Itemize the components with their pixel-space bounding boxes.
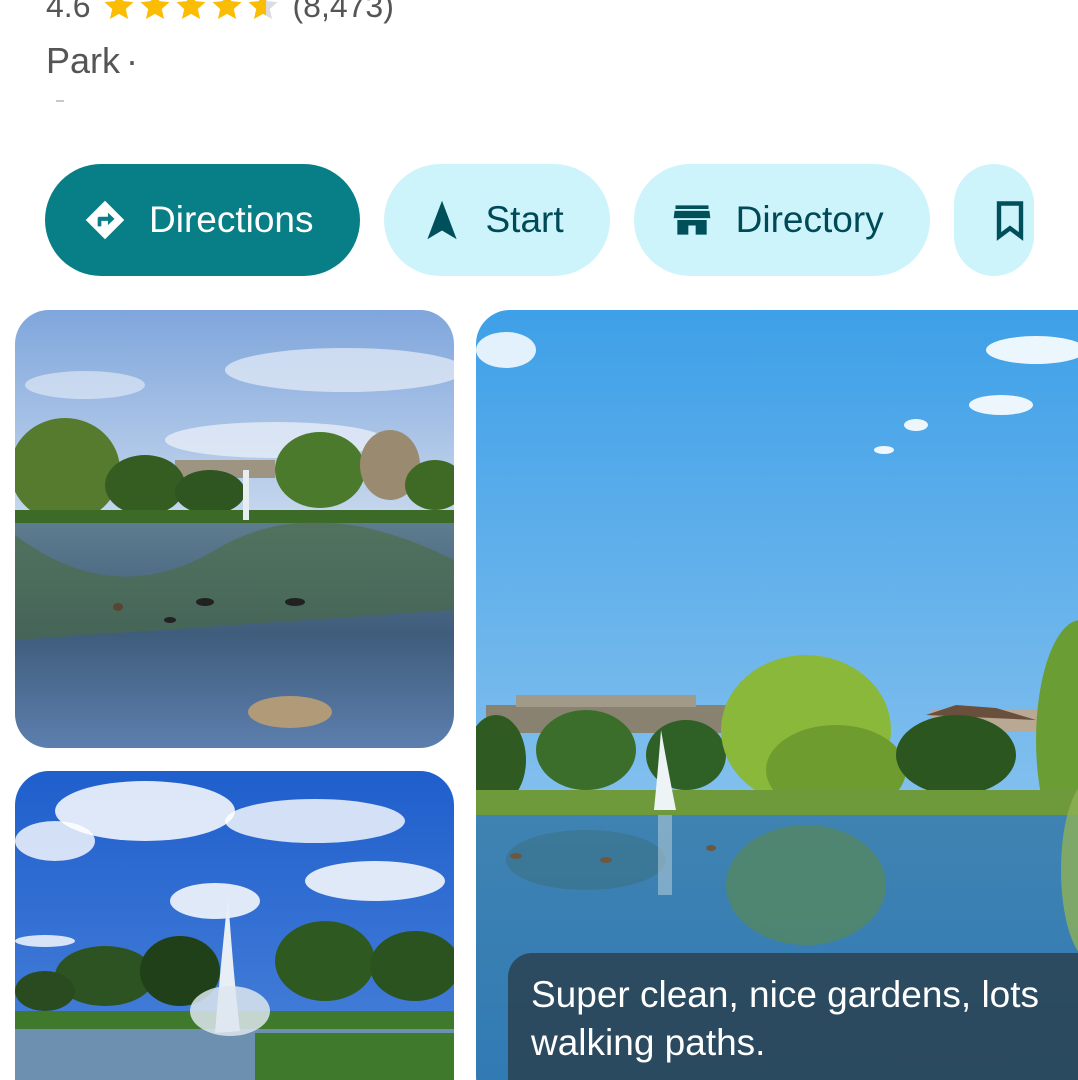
pond-image (15, 310, 454, 748)
divider (56, 100, 64, 102)
park-photo-pond[interactable] (15, 310, 454, 748)
star-icon (141, 0, 170, 20)
fountain-image (15, 771, 454, 1080)
review-text-line-1: Super clean, nice gardens, lots (531, 974, 1040, 1015)
start-label: Start (485, 199, 564, 240)
star-icon (213, 0, 242, 20)
rating-row: 4.6 (8,473) (46, 0, 394, 26)
directory-button[interactable]: Directory (633, 164, 930, 276)
place-details-page: 4.6 (8,473) Park · Directions Start Dire… (0, 0, 1078, 1080)
category-separator: · (126, 40, 139, 81)
rating-stars (102, 0, 280, 23)
navigation-arrow-icon (426, 200, 457, 240)
star-icon (177, 0, 206, 20)
action-chips: Directions Start Directory (45, 164, 1034, 276)
park-photo-fountain[interactable] (15, 771, 454, 1080)
category-label: Park (46, 40, 121, 81)
review-count[interactable]: (8,473) (292, 0, 393, 25)
directions-diamond-icon (85, 200, 125, 240)
storefront-icon (673, 205, 710, 235)
place-category: Park · (46, 40, 138, 82)
directory-label: Directory (735, 199, 884, 240)
rating-value: 4.6 (46, 0, 91, 24)
review-text-line-2: walking paths. (531, 1022, 766, 1063)
directions-button[interactable]: Directions (45, 164, 360, 276)
bookmark-icon (996, 201, 1023, 241)
review-snippet[interactable]: Super clean, nice gardens, lots walking … (508, 953, 1078, 1080)
half-star-icon (249, 0, 278, 20)
start-button[interactable]: Start (383, 164, 610, 276)
directions-label: Directions (149, 199, 314, 240)
star-icon (105, 0, 134, 20)
more-actions-chip[interactable] (953, 164, 1034, 276)
